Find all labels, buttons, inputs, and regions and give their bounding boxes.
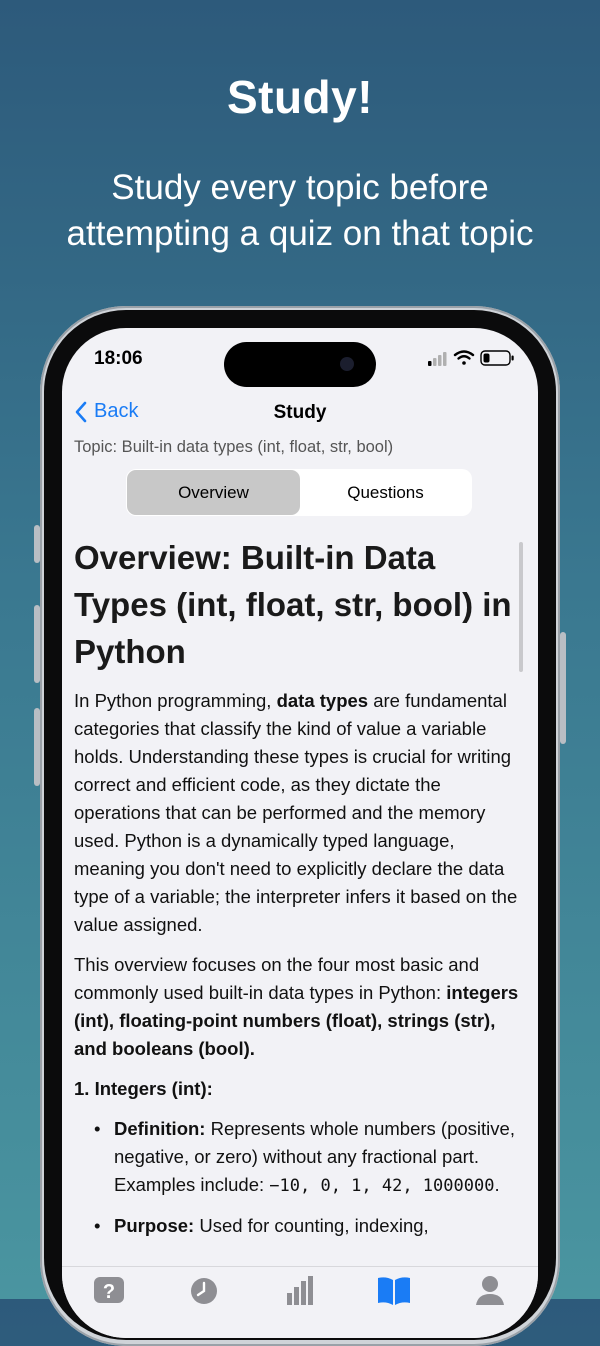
phone-screen: 18:06 Back Study Topic: Built-in data ty… [62,328,538,1338]
status-time: 18:06 [94,348,143,369]
section-heading-integers: 1. Integers (int): [74,1078,213,1099]
article-title: Overview: Built-in Data Types (int, floa… [74,539,512,670]
promo-subline: Study every topic before attempting a qu… [0,165,600,257]
paragraph-intro: In Python programming, data types are fu… [74,690,518,935]
profile-icon[interactable] [470,1275,510,1305]
status-icons [428,350,514,366]
paragraph-focus: This overview focuses on the four most b… [74,954,519,1059]
nav-bar: Back Study [62,394,538,434]
volume-down-button [34,708,40,786]
wifi-icon [453,350,475,365]
segment-overview[interactable]: Overview [127,470,300,515]
topic-label: Topic: Built-in data types (int, float, … [74,438,394,456]
list-item: Purpose: Used for counting, indexing, [74,1212,520,1240]
dynamic-island [224,342,376,387]
battery-icon [480,350,514,366]
list-item: Definition: Represents whole numbers (po… [74,1115,520,1200]
quiz-icon[interactable]: ? [89,1275,129,1305]
segment-questions[interactable]: Questions [299,469,472,516]
scroll-indicator[interactable] [519,542,523,672]
action-button [34,525,40,563]
stats-icon[interactable] [280,1275,320,1305]
history-icon[interactable] [184,1275,224,1305]
cellular-signal-icon [428,352,447,366]
svg-text:?: ? [103,1281,115,1303]
tab-bar: ? [62,1266,538,1338]
volume-up-button [34,605,40,683]
promo-headline: Study! [226,71,374,123]
power-button [560,632,566,744]
segmented-control: Overview Questions [126,469,472,516]
study-icon[interactable] [374,1275,414,1305]
promo-subline-line-1: Study every topic before [111,168,489,207]
nav-title: Study [273,402,327,423]
camera-icon [340,357,354,371]
promo-subline-line-2: attempting a quiz on that topic [66,214,534,253]
article-content: Overview: Built-in Data Types (int, floa… [74,534,520,1252]
